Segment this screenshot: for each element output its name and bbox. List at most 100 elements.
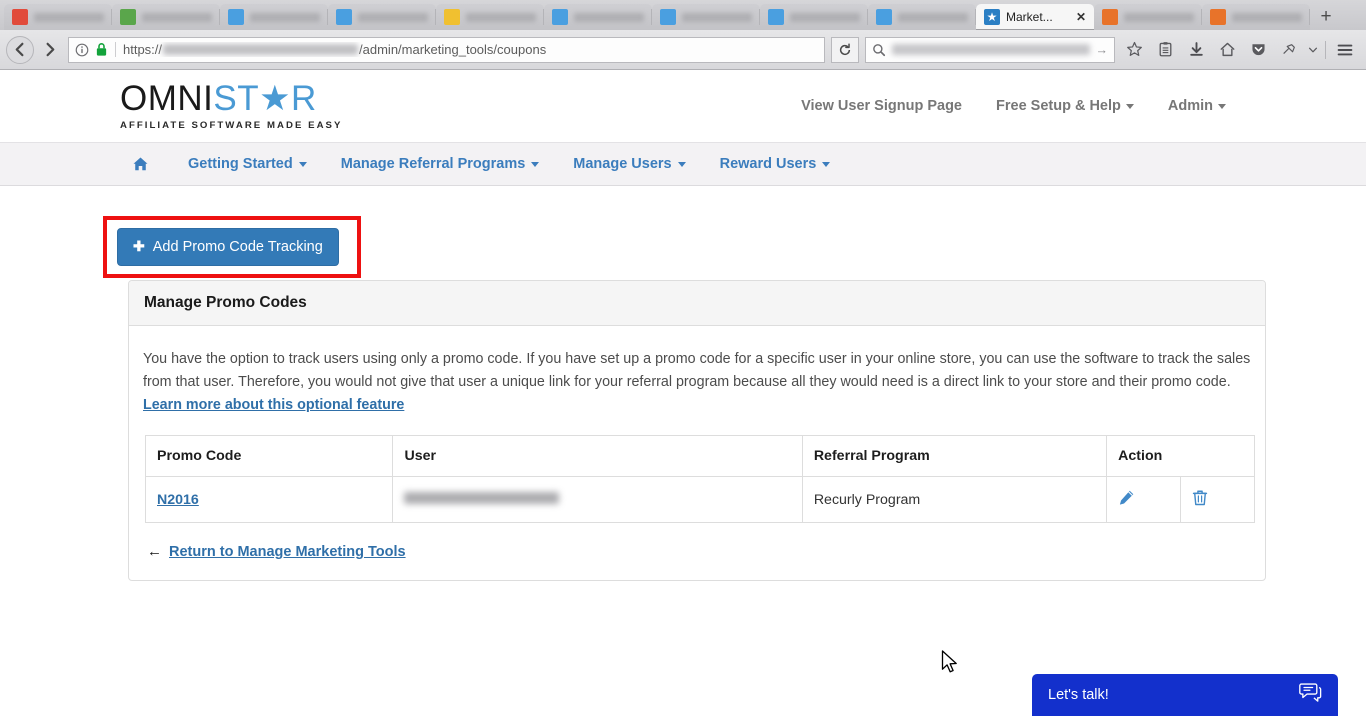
omnistar-logo[interactable]: OMNIST★R AFFILIATE SOFTWARE MADE EASY	[120, 81, 342, 131]
browser-tab[interactable]	[652, 4, 760, 30]
manage-promo-codes-panel: Manage Promo Codes You have the option t…	[128, 280, 1266, 581]
page-title: Manage Promo Codes	[144, 294, 307, 311]
tab-title	[250, 13, 320, 22]
tab-title	[466, 13, 536, 22]
url-suffix: /admin/marketing_tools/coupons	[359, 42, 546, 57]
browser-tab[interactable]	[220, 4, 328, 30]
browser-tab-active[interactable]: Market... ✕	[976, 4, 1094, 30]
cell-promo-code: N2016	[146, 477, 393, 523]
tab-title	[574, 13, 644, 22]
addon-icon[interactable]	[1274, 36, 1304, 64]
search-go-icon[interactable]: →	[1096, 43, 1109, 57]
header-link-label: View User Signup Page	[801, 98, 962, 114]
new-tab-button[interactable]: +	[1310, 4, 1342, 30]
identity-box[interactable]	[75, 42, 116, 57]
nav-item-getting-started[interactable]: Getting Started	[171, 142, 324, 186]
nav-item-manage-referral-programs[interactable]: Manage Referral Programs	[324, 142, 557, 186]
tab-favicon	[768, 9, 784, 25]
nav-item-label: Reward Users	[720, 142, 817, 186]
chevron-down-icon[interactable]	[1305, 36, 1321, 64]
learn-more-link[interactable]: Learn more about this optional feature	[143, 397, 404, 413]
chat-bubble-icon[interactable]	[1299, 682, 1322, 708]
panel-body: You have the option to track users using…	[129, 326, 1265, 580]
mouse-cursor	[941, 650, 959, 681]
return-to-marketing-tools-link[interactable]: Return to Manage Marketing Tools	[169, 544, 406, 560]
pocket-shield-icon[interactable]	[1243, 36, 1273, 64]
header-link-label: Free Setup & Help	[996, 98, 1121, 114]
browser-tab[interactable]	[1094, 4, 1202, 30]
hamburger-menu-icon[interactable]	[1330, 36, 1360, 64]
home-icon[interactable]	[1212, 36, 1242, 64]
tab-title	[34, 13, 104, 22]
tab-title	[1124, 13, 1194, 22]
plus-icon: ✚	[133, 238, 145, 255]
pencil-icon[interactable]	[1118, 489, 1135, 506]
url-text: https:// /admin/marketing_tools/coupons	[123, 42, 546, 57]
tab-favicon	[1102, 9, 1118, 25]
downloads-icon[interactable]	[1181, 36, 1211, 64]
table-row: N2016 Recurly Program	[146, 477, 1255, 523]
browser-tab[interactable]	[760, 4, 868, 30]
page-info-icon	[75, 43, 89, 57]
tab-favicon	[120, 9, 136, 25]
page-content: OMNIST★R AFFILIATE SOFTWARE MADE EASY Vi…	[0, 70, 1366, 716]
tab-favicon	[876, 9, 892, 25]
tab-favicon	[444, 9, 460, 25]
add-promo-button-label: Add Promo Code Tracking	[153, 239, 323, 255]
promo-description-text: You have the option to track users using…	[143, 351, 1250, 390]
arrow-left-icon: ←	[147, 543, 162, 560]
header-link-free-setup-help[interactable]: Free Setup & Help	[996, 98, 1134, 114]
chevron-down-icon	[1126, 104, 1134, 109]
tab-title	[358, 13, 428, 22]
add-promo-code-tracking-button[interactable]: ✚ Add Promo Code Tracking	[117, 228, 339, 266]
browser-tab[interactable]	[436, 4, 544, 30]
table-header-row: Promo Code User Referral Program Action	[146, 436, 1255, 477]
nav-item-reward-users[interactable]: Reward Users	[703, 142, 848, 186]
tab-strip: Market... ✕ +	[0, 0, 1366, 30]
bookmark-star-icon[interactable]	[1119, 36, 1149, 64]
cell-referral-program: Recurly Program	[802, 477, 1106, 523]
url-bar[interactable]: https:// /admin/marketing_tools/coupons	[68, 37, 825, 63]
trash-icon[interactable]	[1192, 489, 1208, 506]
tab-favicon	[228, 9, 244, 25]
url-prefix: https://	[123, 42, 162, 57]
column-header-action: Action	[1107, 436, 1255, 477]
nav-item-manage-users[interactable]: Manage Users	[556, 142, 702, 186]
library-icon[interactable]	[1150, 36, 1180, 64]
reload-button[interactable]	[831, 37, 859, 63]
browser-tab[interactable]	[4, 4, 112, 30]
header-link-admin[interactable]: Admin	[1168, 98, 1226, 114]
chevron-down-icon	[299, 162, 307, 167]
close-icon[interactable]: ✕	[1076, 11, 1086, 23]
search-bar[interactable]: →	[865, 37, 1115, 63]
url-domain-redacted	[163, 44, 358, 55]
header-link-label: Admin	[1168, 98, 1213, 114]
promo-code-link[interactable]: N2016	[157, 492, 199, 508]
browser-tab[interactable]	[1202, 4, 1310, 30]
user-email-redacted	[404, 492, 559, 504]
table-body: N2016 Recurly Program	[146, 477, 1255, 523]
chat-widget[interactable]: Let's talk!	[1032, 674, 1338, 716]
back-button[interactable]	[6, 36, 34, 64]
header-link-view-user-signup-page[interactable]: View User Signup Page	[801, 98, 962, 114]
tab-favicon-omnistar	[984, 9, 1000, 25]
chevron-down-icon	[531, 162, 539, 167]
header-nav: View User Signup Page Free Setup & Help …	[801, 98, 1226, 114]
logo-wordmark: OMNIST★R	[120, 81, 342, 116]
nav-item-label: Manage Referral Programs	[341, 142, 526, 186]
browser-tab[interactable]	[868, 4, 976, 30]
tab-title	[682, 13, 752, 22]
search-icon	[872, 43, 886, 57]
search-input[interactable]	[892, 44, 1090, 55]
sidebar-item-home[interactable]	[122, 142, 171, 186]
logo-star: ST★R	[213, 79, 316, 118]
forward-button[interactable]	[34, 36, 64, 64]
browser-tab[interactable]	[544, 4, 652, 30]
browser-tab[interactable]	[112, 4, 220, 30]
tab-favicon	[552, 9, 568, 25]
tab-favicon	[336, 9, 352, 25]
browser-tab[interactable]	[328, 4, 436, 30]
toolbar-divider	[1325, 41, 1326, 59]
tab-title	[898, 13, 968, 22]
chevron-down-icon	[822, 162, 830, 167]
